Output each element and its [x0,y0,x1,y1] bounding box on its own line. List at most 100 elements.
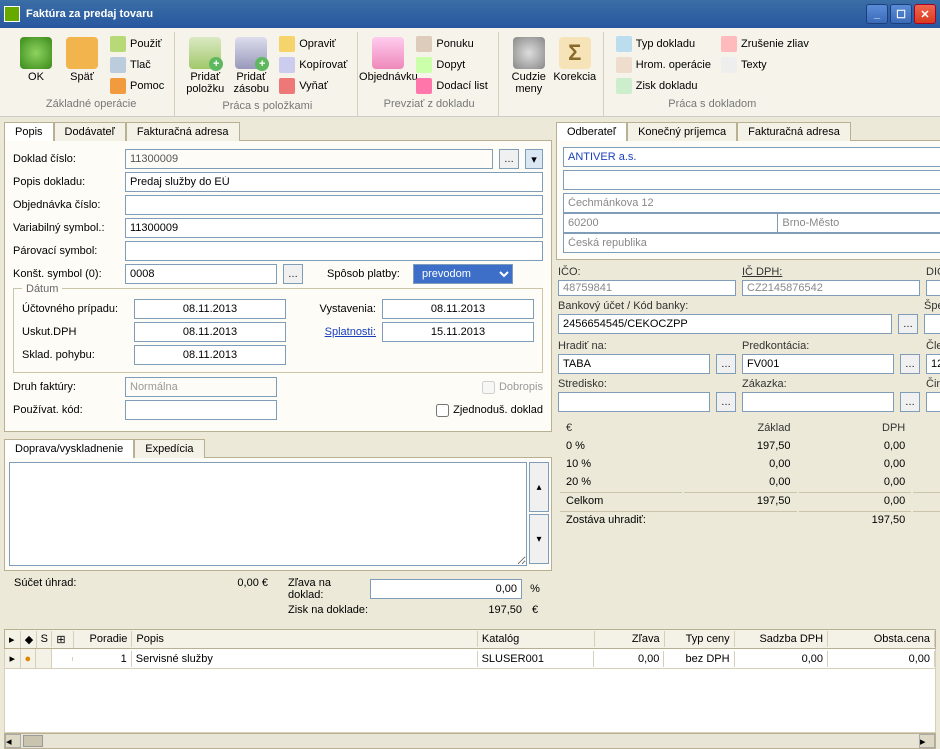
print-button[interactable]: Tlač [106,55,168,75]
customer-zip[interactable] [563,213,777,233]
job-lookup[interactable]: … [900,392,920,412]
grid-body[interactable] [4,669,936,733]
doc-no-dropdown[interactable]: ▾ [525,149,543,169]
pay-select[interactable]: prevodom [413,264,513,284]
help-button[interactable]: Pomoc [106,76,168,96]
customer-country[interactable] [563,233,940,253]
due-date-input[interactable] [382,322,534,342]
doc-no-input[interactable] [125,149,493,169]
currency-button[interactable]: Cudzie meny [507,34,551,98]
table-row[interactable]: ▸ ● 1 Servisné služby SLUSER001 0,00 bez… [4,649,936,669]
tab-shipping[interactable]: Doprava/vyskladnenie [4,439,134,458]
use-button[interactable]: Použiť [106,34,168,54]
add-stock-button[interactable]: Pridať zásobu [229,34,273,98]
customer-city[interactable] [777,213,940,233]
ps-input[interactable] [125,241,543,261]
order-button[interactable]: Objednávku [366,34,410,86]
back-button[interactable]: Späť [60,34,104,86]
issue-date-input[interactable] [382,299,534,319]
demand-button[interactable]: Dopyt [412,55,491,75]
cancel-discounts-button[interactable]: Zrušenie zliav [717,34,813,54]
profit-value: 197,50 [452,604,522,616]
add-item-button[interactable]: Pridať položku [183,34,227,98]
copy-button[interactable]: Kopírovať [275,55,351,75]
texts-button[interactable]: Texty [717,55,813,75]
add-stock-icon [235,37,267,69]
remove-button[interactable]: Vyňať [275,76,351,96]
customer-ext-input[interactable] [563,170,940,190]
tab-expedition[interactable]: Expedícia [134,439,204,458]
offer-button[interactable]: Ponuku [412,34,491,54]
dic-input[interactable] [926,280,940,296]
credit-checkbox[interactable]: Dobropis [482,381,543,394]
user-code-input[interactable] [125,400,277,420]
title-bar: Faktúra za predaj tovaru _ ☐ ✕ [0,0,940,28]
tab-dodavatel[interactable]: Dodávateľ [54,122,126,141]
doc-no-lookup[interactable]: … [499,149,519,169]
tab-recipient[interactable]: Konečný príjemca [627,122,737,141]
doc-profit-button[interactable]: Zisk dokladu [612,76,715,96]
inv-type-label: Druh faktúry: [13,381,119,393]
ico-input[interactable] [558,280,736,296]
bank-input[interactable] [558,314,892,334]
group-items-label: Práca s položkami [222,100,312,114]
due-date-label[interactable]: Splatnosti: [306,326,376,338]
tab-customer[interactable]: Odberateľ [556,122,627,141]
activity-input[interactable] [926,392,940,412]
notes-down-button[interactable]: ▾ [529,514,549,564]
shipping-notes[interactable] [9,462,527,566]
desc-label: Popis dokladu: [13,176,119,188]
move-date-input[interactable] [134,345,286,365]
disc-label: Zľava na doklad: [288,577,364,601]
bulk-ops-button[interactable]: Hrom. operácie [612,55,715,75]
vs-input[interactable] [125,218,543,238]
payto-lookup[interactable]: … [716,354,736,374]
center-input[interactable] [558,392,710,412]
ks-input[interactable] [125,264,277,284]
apply-icon [110,36,126,52]
ok-button[interactable]: OK [14,34,58,86]
vat-split-input[interactable] [926,354,940,374]
pencil-icon [279,36,295,52]
tab-billing[interactable]: Fakturačná adresa [737,122,851,141]
simple-doc-checkbox[interactable]: Zjednoduš. doklad [436,404,543,417]
customer-name-input[interactable] [563,147,940,167]
vat-summary-table: €ZákladDPHVrátane DPH 0 %197,500,00197,5… [558,418,940,530]
dic-label: DIČ: [926,266,940,278]
notes-up-button[interactable]: ▴ [529,462,549,512]
doc-no-label: Doklad číslo: [13,153,119,165]
icdph-input[interactable] [742,280,920,296]
disc-input[interactable] [370,579,522,599]
doc-type-button[interactable]: Typ dokladu [612,34,715,54]
customer-street[interactable] [563,193,940,213]
bank-lookup[interactable]: … [898,314,918,334]
dph-date-input[interactable] [134,322,286,342]
close-button[interactable]: ✕ [914,4,936,24]
ss-input[interactable] [924,314,940,334]
h-scrollbar[interactable]: ◂▸ [4,733,936,749]
tab-popis[interactable]: Popis [4,122,54,141]
predk-input[interactable] [742,354,894,374]
user-code-label: Používat. kód: [13,404,119,416]
job-input[interactable] [742,392,894,412]
maximize-button[interactable]: ☐ [890,4,912,24]
edit-button[interactable]: Opraviť [275,34,351,54]
order-no-input[interactable] [125,195,543,215]
ico-label: IČO: [558,266,736,278]
predk-lookup[interactable]: … [900,354,920,374]
issue-date-label: Vystavenia: [306,303,376,315]
ks-lookup[interactable]: … [283,264,303,284]
activity-label: Činnosť: [926,378,940,390]
icdph-label[interactable]: IČ DPH: [742,266,920,278]
desc-input[interactable] [125,172,543,192]
tab-fakturacna[interactable]: Fakturačná adresa [126,122,240,141]
payto-input[interactable] [558,354,710,374]
center-lookup[interactable]: … [716,392,736,412]
correction-button[interactable]: ΣKorekcia [553,34,597,86]
minimize-button[interactable]: _ [866,4,888,24]
demand-icon [416,57,432,73]
delivery-button[interactable]: Dodací list [412,76,491,96]
acc-date-input[interactable] [134,299,286,319]
type-icon [616,36,632,52]
profit-icon [616,78,632,94]
